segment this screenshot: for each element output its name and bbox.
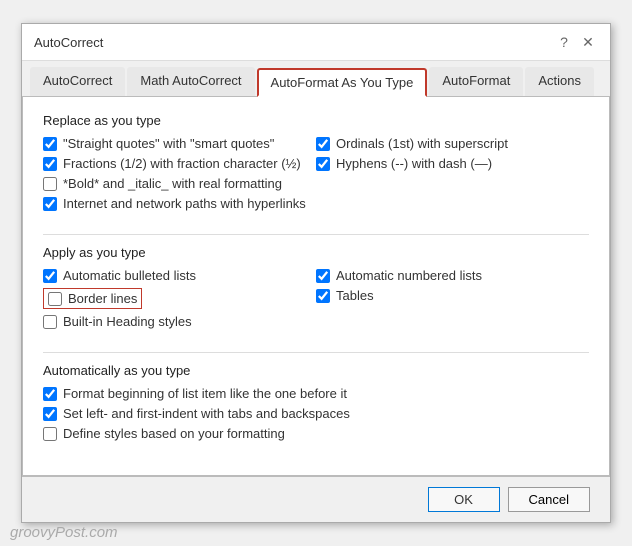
auto-numbered-checkbox[interactable]: [316, 269, 330, 283]
replace-right-col: Ordinals (1st) with superscript Hyphens …: [316, 136, 589, 216]
apply-right-col: Automatic numbered lists Tables: [316, 268, 589, 334]
help-button[interactable]: ?: [554, 32, 574, 52]
hyphens-row: Hyphens (--) with dash (—): [316, 156, 589, 171]
close-button[interactable]: ✕: [578, 32, 598, 52]
apply-checkboxes-grid: Automatic bulleted lists Border lines Bu…: [43, 268, 589, 334]
auto-numbered-row: Automatic numbered lists: [316, 268, 589, 283]
tables-checkbox[interactable]: [316, 289, 330, 303]
replace-left-col: "Straight quotes" with "smart quotes" Fr…: [43, 136, 316, 216]
straight-quotes-checkbox[interactable]: [43, 137, 57, 151]
cancel-button[interactable]: Cancel: [508, 487, 590, 512]
define-styles-label: Define styles based on your formatting: [63, 426, 285, 441]
auto-bulleted-label: Automatic bulleted lists: [63, 268, 196, 283]
hyphens-label: Hyphens (--) with dash (—): [336, 156, 492, 171]
autocorrect-dialog: AutoCorrect ? ✕ AutoCorrect Math AutoCor…: [21, 23, 611, 523]
bold-italic-checkbox[interactable]: [43, 177, 57, 191]
internet-paths-row: Internet and network paths with hyperlin…: [43, 196, 316, 211]
apply-as-you-type-section: Apply as you type Automatic bulleted lis…: [43, 245, 589, 334]
format-beginning-label: Format beginning of list item like the o…: [63, 386, 347, 401]
internet-paths-checkbox[interactable]: [43, 197, 57, 211]
title-bar: AutoCorrect ? ✕: [22, 24, 610, 61]
straight-quotes-row: "Straight quotes" with "smart quotes": [43, 136, 316, 151]
replace-checkboxes-grid: "Straight quotes" with "smart quotes" Fr…: [43, 136, 589, 216]
ok-button[interactable]: OK: [428, 487, 500, 512]
border-lines-row: Border lines: [43, 288, 316, 309]
fractions-checkbox[interactable]: [43, 157, 57, 171]
apply-left-col: Automatic bulleted lists Border lines Bu…: [43, 268, 316, 334]
border-lines-checkbox[interactable]: [48, 292, 62, 306]
define-styles-checkbox[interactable]: [43, 427, 57, 441]
fractions-row: Fractions (1/2) with fraction character …: [43, 156, 316, 171]
separator-2: [43, 352, 589, 353]
separator-1: [43, 234, 589, 235]
dialog-title: AutoCorrect: [34, 35, 103, 50]
fractions-label: Fractions (1/2) with fraction character …: [63, 156, 301, 171]
tab-actions[interactable]: Actions: [525, 67, 594, 96]
dialog-footer: OK Cancel: [22, 476, 610, 522]
ordinals-row: Ordinals (1st) with superscript: [316, 136, 589, 151]
set-left-indent-checkbox[interactable]: [43, 407, 57, 421]
auto-as-you-type-section: Automatically as you type Format beginni…: [43, 363, 589, 441]
builtin-heading-row: Built-in Heading styles: [43, 314, 316, 329]
builtin-heading-checkbox[interactable]: [43, 315, 57, 329]
ordinals-checkbox[interactable]: [316, 137, 330, 151]
apply-section-title: Apply as you type: [43, 245, 589, 260]
format-beginning-checkbox[interactable]: [43, 387, 57, 401]
auto-bulleted-row: Automatic bulleted lists: [43, 268, 316, 283]
border-lines-label: Border lines: [68, 291, 137, 306]
tab-content: Replace as you type "Straight quotes" wi…: [22, 97, 610, 476]
builtin-heading-label: Built-in Heading styles: [63, 314, 192, 329]
auto-section-title: Automatically as you type: [43, 363, 589, 378]
border-lines-highlight: Border lines: [43, 288, 142, 309]
tabs-bar: AutoCorrect Math AutoCorrect AutoFormat …: [22, 61, 610, 97]
replace-as-you-type-section: Replace as you type "Straight quotes" wi…: [43, 113, 589, 216]
set-left-indent-label: Set left- and first-indent with tabs and…: [63, 406, 350, 421]
tables-row: Tables: [316, 288, 589, 303]
tab-autoformat-as-you-type[interactable]: AutoFormat As You Type: [257, 68, 428, 97]
auto-bulleted-checkbox[interactable]: [43, 269, 57, 283]
watermark: groovyPost.com: [10, 524, 118, 541]
auto-numbered-label: Automatic numbered lists: [336, 268, 482, 283]
ordinals-label: Ordinals (1st) with superscript: [336, 136, 508, 151]
tables-label: Tables: [336, 288, 374, 303]
bold-italic-row: *Bold* and _italic_ with real formatting: [43, 176, 316, 191]
set-left-indent-row: Set left- and first-indent with tabs and…: [43, 406, 589, 421]
internet-paths-label: Internet and network paths with hyperlin…: [63, 196, 306, 211]
bold-italic-label: *Bold* and _italic_ with real formatting: [63, 176, 282, 191]
tab-autoformat[interactable]: AutoFormat: [429, 67, 523, 96]
straight-quotes-label: "Straight quotes" with "smart quotes": [63, 136, 274, 151]
format-beginning-row: Format beginning of list item like the o…: [43, 386, 589, 401]
define-styles-row: Define styles based on your formatting: [43, 426, 589, 441]
tab-math-autocorrect[interactable]: Math AutoCorrect: [127, 67, 254, 96]
replace-section-title: Replace as you type: [43, 113, 589, 128]
title-bar-buttons: ? ✕: [554, 32, 598, 52]
hyphens-checkbox[interactable]: [316, 157, 330, 171]
tab-autocorrect[interactable]: AutoCorrect: [30, 67, 125, 96]
